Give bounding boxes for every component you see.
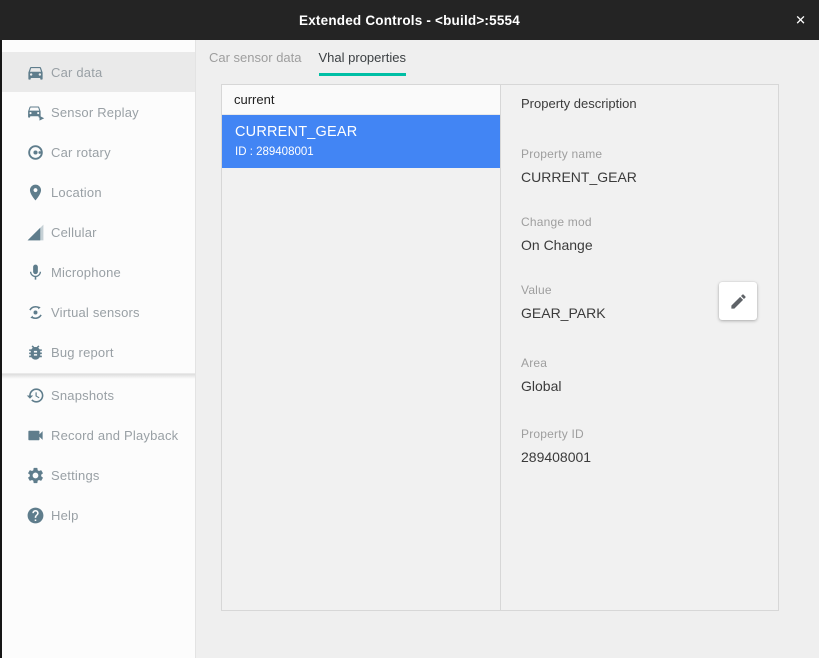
property-list-item-current-gear[interactable]: CURRENT_GEAR ID : 289408001 (222, 115, 500, 168)
vhal-panels: CURRENT_GEAR ID : 289408001 Property des… (221, 84, 779, 611)
sidebar-item-car-data[interactable]: Car data (2, 52, 195, 92)
bug-icon (26, 343, 45, 362)
field-label: Property ID (521, 427, 591, 441)
history-icon (26, 386, 45, 405)
field-value: Global (521, 378, 561, 394)
property-filter-input[interactable] (234, 92, 484, 107)
field-label: Value (521, 283, 606, 297)
sidebar-item-label: Snapshots (51, 388, 114, 403)
sidebar-item-label: Bug report (51, 345, 114, 360)
field-property-id: Property ID 289408001 (521, 427, 591, 465)
titlebar[interactable]: Extended Controls - <build>:5554 ✕ (0, 0, 819, 40)
tab-bar: Car sensor data Vhal properties (209, 47, 423, 76)
sidebar-item-record-playback[interactable]: Record and Playback (2, 415, 195, 455)
sidebar-item-label: Car rotary (51, 145, 111, 160)
sidebar-item-label: Car data (51, 65, 102, 80)
field-property-name: Property name CURRENT_GEAR (521, 147, 637, 185)
window-title: Extended Controls - <build>:5554 (299, 13, 520, 28)
help-icon (26, 506, 45, 525)
car-icon (26, 63, 45, 82)
property-detail-panel: Property description Property name CURRE… (501, 85, 778, 610)
sidebar-item-snapshots[interactable]: Snapshots (2, 375, 195, 415)
property-list-panel: CURRENT_GEAR ID : 289408001 (222, 85, 501, 610)
sidebar-item-label: Help (51, 508, 79, 523)
field-area: Area Global (521, 356, 561, 394)
cellular-signal-icon (26, 223, 45, 242)
sidebar-item-location[interactable]: Location (2, 172, 195, 212)
field-label: Change mode (521, 215, 592, 229)
sensor-replay-icon (26, 103, 45, 122)
sidebar-item-microphone[interactable]: Microphone (2, 252, 195, 292)
tab-vhal-properties[interactable]: Vhal properties (319, 47, 406, 76)
property-item-id: ID : 289408001 (235, 146, 500, 158)
virtual-sensors-icon (26, 303, 45, 322)
edit-value-button[interactable] (719, 282, 757, 320)
sidebar-item-label: Microphone (51, 265, 121, 280)
videocam-icon (26, 426, 45, 445)
close-icon[interactable]: ✕ (795, 14, 806, 27)
sidebar-item-label: Virtual sensors (51, 305, 140, 320)
sidebar-item-bug-report[interactable]: Bug report (2, 332, 195, 372)
tab-car-sensor-data[interactable]: Car sensor data (209, 47, 302, 76)
sidebar-item-sensor-replay[interactable]: Sensor Replay (2, 92, 195, 132)
sidebar-item-cellular[interactable]: Cellular (2, 212, 195, 252)
extended-controls-window: { "window": { "title": "Extended Control… (0, 0, 819, 658)
gear-icon (26, 466, 45, 485)
sidebar-item-label: Location (51, 185, 102, 200)
pencil-icon (729, 292, 748, 311)
content-area: Car sensor data Vhal properties CURRENT_… (197, 40, 819, 658)
sidebar-item-help[interactable]: Help (2, 495, 195, 535)
property-item-name: CURRENT_GEAR (235, 124, 500, 140)
microphone-icon (26, 263, 45, 282)
car-rotary-icon (26, 143, 45, 162)
field-value: CURRENT_GEAR (521, 169, 637, 185)
location-pin-icon (26, 183, 45, 202)
field-label: Area (521, 356, 561, 370)
field-value-group: Value GEAR_PARK (521, 283, 606, 321)
sidebar: Car data Sensor Replay Car rotary Locati… (2, 40, 196, 658)
sidebar-item-label: Cellular (51, 225, 97, 240)
sidebar-item-settings[interactable]: Settings (2, 455, 195, 495)
field-change-mode: Change mode On Change (521, 215, 593, 253)
sidebar-item-virtual-sensors[interactable]: Virtual sensors (2, 292, 195, 332)
field-label: Property name (521, 147, 637, 161)
field-value: 289408001 (521, 449, 591, 465)
property-filter-row (222, 85, 500, 115)
field-value: On Change (521, 237, 593, 253)
sidebar-item-label: Settings (51, 468, 100, 483)
field-value: GEAR_PARK (521, 305, 606, 321)
panel-title: Property description (521, 96, 637, 111)
sidebar-item-car-rotary[interactable]: Car rotary (2, 132, 195, 172)
app-body: Car data Sensor Replay Car rotary Locati… (0, 40, 819, 658)
sidebar-item-label: Record and Playback (51, 428, 178, 443)
sidebar-item-label: Sensor Replay (51, 105, 139, 120)
